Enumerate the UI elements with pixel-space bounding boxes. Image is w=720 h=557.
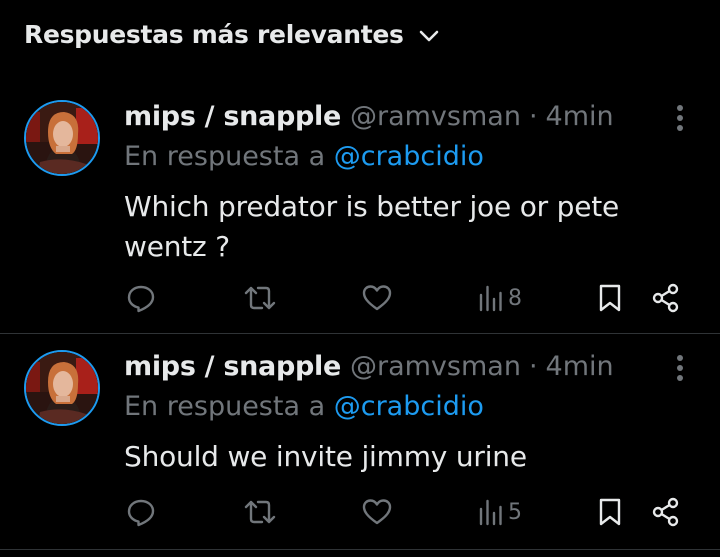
like-button[interactable] bbox=[361, 492, 393, 532]
action-bar: 8 bbox=[0, 278, 720, 318]
view-count: 8 bbox=[508, 285, 522, 311]
reply-icon bbox=[126, 283, 156, 313]
repost-button[interactable] bbox=[243, 492, 277, 532]
divider bbox=[0, 549, 720, 550]
avatar[interactable] bbox=[24, 350, 100, 426]
views-icon bbox=[478, 283, 504, 313]
replying-to-label: En respuesta a bbox=[124, 141, 326, 172]
views-button[interactable]: 8 bbox=[478, 278, 522, 318]
post-text: Should we invite jimmy urine bbox=[124, 440, 527, 473]
replying-to-mention[interactable]: @crabcidio bbox=[334, 141, 484, 172]
action-bar: 5 bbox=[0, 492, 720, 532]
separator-dot: · bbox=[528, 350, 538, 382]
separator-dot: · bbox=[528, 100, 538, 132]
reply-button[interactable] bbox=[126, 492, 156, 532]
heart-icon bbox=[361, 283, 393, 313]
view-count: 5 bbox=[508, 499, 522, 525]
replying-to-label: En respuesta a bbox=[124, 391, 326, 422]
post-text: Which predator is better joe or pete wen… bbox=[124, 190, 620, 263]
replying-to-mention[interactable]: @crabcidio bbox=[334, 391, 484, 422]
replying-to-line: En respuesta a @crabcidio bbox=[124, 141, 484, 172]
display-name[interactable]: mips / snapple bbox=[124, 351, 341, 382]
avatar[interactable] bbox=[24, 100, 100, 176]
views-icon bbox=[478, 497, 504, 527]
display-name[interactable]: mips / snapple bbox=[124, 101, 341, 132]
bookmark-button[interactable] bbox=[596, 278, 624, 318]
reply-icon bbox=[126, 497, 156, 527]
reply-post[interactable]: mips / snapple @ramvsman · 4min En respu… bbox=[0, 336, 720, 548]
views-button[interactable]: 5 bbox=[478, 492, 522, 532]
chevron-down-icon bbox=[418, 29, 440, 43]
author-line: mips / snapple @ramvsman · 4min bbox=[124, 348, 614, 384]
sort-label: Respuestas más relevantes bbox=[24, 19, 404, 49]
bookmark-button[interactable] bbox=[596, 492, 624, 532]
like-button[interactable] bbox=[361, 278, 393, 318]
reply-button[interactable] bbox=[126, 278, 156, 318]
replying-to-line: En respuesta a @crabcidio bbox=[124, 391, 484, 422]
sort-replies-dropdown[interactable]: Respuestas más relevantes bbox=[24, 16, 440, 52]
user-handle[interactable]: @ramvsman bbox=[350, 351, 521, 382]
bookmark-icon bbox=[596, 497, 624, 527]
more-vertical-icon[interactable] bbox=[664, 100, 696, 136]
author-line: mips / snapple @ramvsman · 4min bbox=[124, 98, 614, 134]
timestamp[interactable]: 4min bbox=[546, 351, 614, 382]
share-button[interactable] bbox=[651, 278, 681, 318]
more-vertical-icon[interactable] bbox=[664, 350, 696, 386]
heart-icon bbox=[361, 497, 393, 527]
share-icon bbox=[651, 497, 681, 527]
repost-button[interactable] bbox=[243, 278, 277, 318]
user-handle[interactable]: @ramvsman bbox=[350, 101, 521, 132]
share-icon bbox=[651, 283, 681, 313]
repost-icon bbox=[243, 283, 277, 313]
repost-icon bbox=[243, 497, 277, 527]
share-button[interactable] bbox=[651, 492, 681, 532]
reply-post[interactable]: mips / snapple @ramvsman · 4min En respu… bbox=[0, 86, 720, 334]
bookmark-icon bbox=[596, 283, 624, 313]
timestamp[interactable]: 4min bbox=[546, 101, 614, 132]
